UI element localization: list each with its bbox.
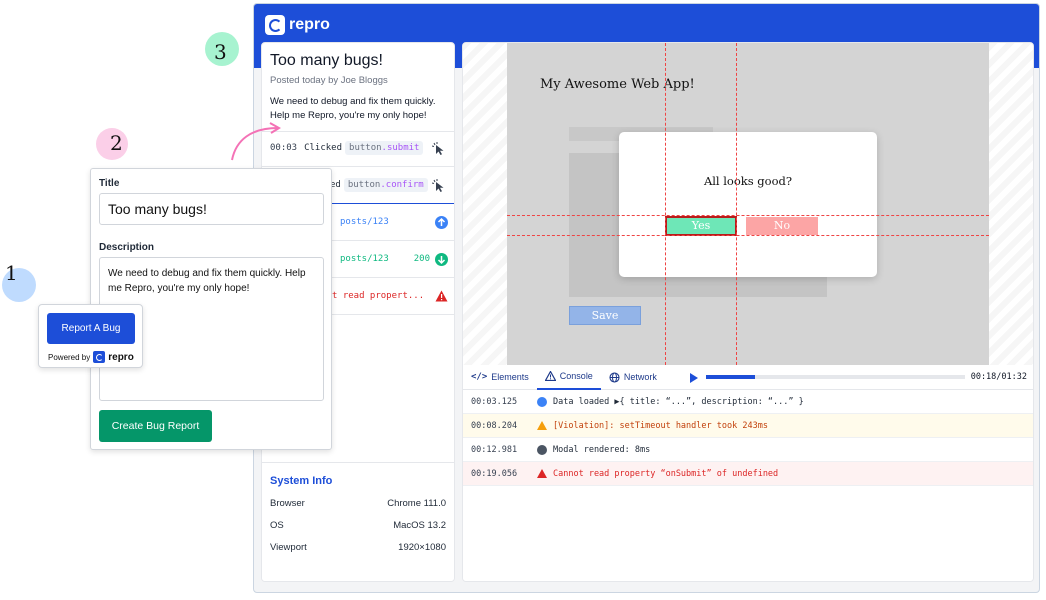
session-player: My Awesome Web App! Save All looks good?… (462, 42, 1034, 582)
warning-icon (544, 371, 556, 381)
arrow-up-icon (435, 216, 448, 229)
guide-line (665, 43, 666, 365)
console-row[interactable]: 00:08.204 [Violation]: setTimeout handle… (463, 414, 1033, 438)
step-3-number: 3 (214, 40, 227, 64)
sysinfo-row: Browser Chrome 111.0 (270, 498, 446, 509)
info-icon (537, 444, 547, 455)
repro-logo[interactable]: repro (265, 15, 330, 35)
bug-meta: Posted today by Joe Bloggs (270, 75, 388, 86)
bug-summary: Too many bugs! Posted today by Joe Blogg… (262, 43, 454, 132)
save-button[interactable]: Save (569, 306, 641, 325)
description-label: Description (99, 242, 155, 253)
warning-icon (435, 290, 448, 302)
modal-text: All looks good? (703, 174, 793, 188)
step-2-number: 2 (110, 131, 123, 155)
code-icon: </> (471, 372, 488, 382)
repro-logo-icon (265, 15, 285, 35)
repro-logo-icon (93, 351, 106, 363)
warning-icon (537, 421, 547, 430)
title-label: Title (99, 178, 120, 189)
title-input[interactable]: Too many bugs! (99, 193, 324, 225)
tab-elements[interactable]: </> Elements (463, 365, 537, 390)
tab-network[interactable]: Network (601, 365, 665, 390)
sysinfo-row: Viewport 1920×1080 (270, 542, 446, 553)
progress-fill (706, 375, 756, 379)
guide-line (736, 43, 737, 365)
no-button[interactable]: No (746, 217, 818, 235)
replay-viewport: My Awesome Web App! Save All looks good?… (463, 43, 1033, 365)
play-icon[interactable] (690, 373, 698, 383)
console-row[interactable]: 00:03.125 Data loaded ▶{ title: “...”, d… (463, 390, 1033, 414)
bug-title: Too many bugs! (270, 52, 383, 69)
guide-line (507, 215, 989, 216)
report-a-bug-button[interactable]: Report A Bug (47, 313, 135, 344)
devtools-panel: </> Elements Console Network 00:18/01:32… (463, 365, 1033, 581)
playback-timer: 00:18/01:32 (970, 372, 1027, 382)
create-bug-report-button[interactable]: Create Bug Report (99, 410, 212, 442)
arrow-down-icon (435, 253, 448, 266)
app-window: repro Too many bugs! Posted today by Joe… (253, 3, 1040, 593)
cursor-icon (432, 142, 444, 155)
step-1-number: 1 (5, 261, 18, 285)
system-info: System Info Browser Chrome 111.0 OS MacO… (262, 462, 454, 581)
info-icon (537, 396, 547, 407)
devtools-tabs: </> Elements Console Network 00:18/01:32 (463, 365, 1033, 390)
error-icon (537, 469, 547, 478)
replay-screen[interactable]: My Awesome Web App! Save All looks good?… (507, 43, 989, 365)
app-name: repro (289, 16, 330, 33)
arrow-to-events-icon (231, 122, 281, 161)
system-info-heading: System Info (270, 475, 333, 487)
sysinfo-row: OS MacOS 13.2 (270, 520, 446, 531)
guide-line (507, 235, 989, 236)
report-widget: Report A Bug Powered by repro (38, 304, 143, 368)
selector-tag: button.confirm (343, 178, 428, 192)
site-title: My Awesome Web App! (540, 77, 695, 92)
selector-tag: button.submit (345, 141, 424, 155)
tab-console[interactable]: Console (536, 365, 601, 390)
event-click-submit[interactable]: 00:03 Clicked button.submit (262, 130, 454, 167)
bug-description: We need to debug and fix them quickly. H… (270, 96, 436, 121)
cursor-icon (432, 179, 444, 192)
globe-icon (609, 371, 620, 383)
playback-progress[interactable] (706, 375, 965, 379)
console-row[interactable]: 00:19.056 Cannot read property “onSubmit… (463, 462, 1033, 486)
confirm-modal: All looks good? Yes No (619, 132, 877, 277)
console-row[interactable]: 00:12.981 Modal rendered: 8ms (463, 438, 1033, 462)
powered-by: Powered by repro (48, 351, 134, 363)
yes-button[interactable]: Yes (665, 216, 737, 236)
